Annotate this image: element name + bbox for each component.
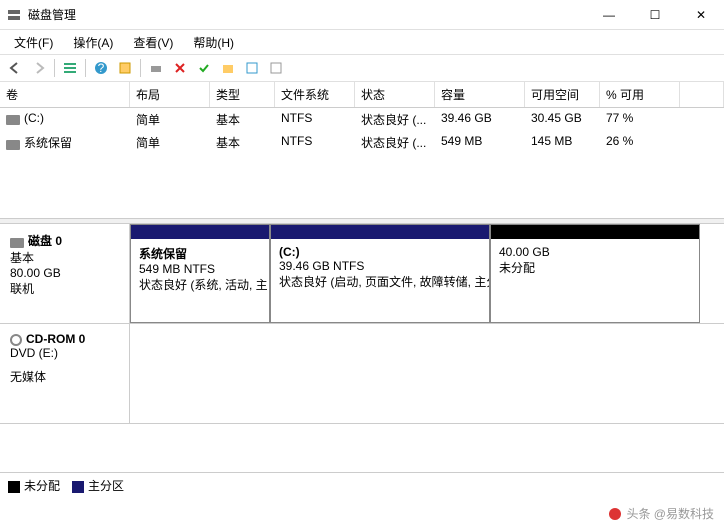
volume-row[interactable]: 系统保留 简单 基本 NTFS 状态良好 (... 549 MB 145 MB … [0,131,724,154]
legend: 未分配 主分区 [0,472,724,498]
disk-row: 磁盘 0 基本 80.00 GB 联机 系统保留 549 MB NTFS 状态良… [0,224,724,324]
maximize-button[interactable]: ☐ [632,0,678,30]
cdrom-status: 无媒体 [10,368,119,385]
volume-layout: 简单 [130,108,210,131]
list-view-button[interactable] [59,57,81,79]
col-layout[interactable]: 布局 [130,82,210,107]
volume-fs: NTFS [275,108,355,131]
menu-help[interactable]: 帮助(H) [185,32,242,53]
delete-button[interactable] [169,57,191,79]
app-icon [6,7,22,23]
volume-layout: 简单 [130,131,210,154]
partition[interactable]: 系统保留 549 MB NTFS 状态良好 (系统, 活动, 主 [130,224,270,323]
partition-status: 状态良好 (系统, 活动, 主 [139,276,261,293]
title-bar: 磁盘管理 — ☐ ✕ [0,0,724,30]
col-capacity[interactable]: 容量 [435,82,525,107]
settings-button[interactable] [265,57,287,79]
volume-fs: NTFS [275,131,355,154]
volume-status: 状态良好 (... [355,131,435,154]
disk-icon [10,238,24,248]
partition-size: 40.00 GB [499,245,691,259]
refresh-button[interactable] [145,57,167,79]
col-fs[interactable]: 文件系统 [275,82,355,107]
col-spacer [680,82,724,107]
disk-graphic-pane: 磁盘 0 基本 80.00 GB 联机 系统保留 549 MB NTFS 状态良… [0,224,724,424]
check-button[interactable] [193,57,215,79]
volume-pct: 26 % [600,131,680,154]
menu-file[interactable]: 文件(F) [6,32,61,53]
volume-type: 基本 [210,108,275,131]
partition-bar [271,225,489,239]
partition-name: (C:) [279,245,481,259]
volume-icon [6,140,20,150]
partition-name: 系统保留 [139,245,261,262]
volume-pct: 77 % [600,108,680,131]
partition-size: 39.46 GB NTFS [279,259,481,273]
toolbar-separator [140,59,141,77]
legend-unallocated: 未分配 [8,477,60,494]
toolbar-separator [85,59,86,77]
volume-type: 基本 [210,131,275,154]
partition-bar [131,225,269,239]
minimize-button[interactable]: — [586,0,632,30]
properties-button[interactable] [114,57,136,79]
legend-primary: 主分区 [72,477,124,494]
volume-icon [6,115,20,125]
volumes-list: (C:) 简单 基本 NTFS 状态良好 (... 39.46 GB 30.45… [0,108,724,218]
volumes-header: 卷 布局 类型 文件系统 状态 容量 可用空间 % 可用 [0,82,724,108]
col-pct[interactable]: % 可用 [600,82,680,107]
volume-capacity: 39.46 GB [435,108,525,131]
col-volume[interactable]: 卷 [0,82,130,107]
partition[interactable]: (C:) 39.46 GB NTFS 状态良好 (启动, 页面文件, 故障转储,… [270,224,490,323]
partition-bar [491,225,699,239]
forward-button[interactable] [28,57,50,79]
volume-capacity: 549 MB [435,131,525,154]
disk-info[interactable]: 磁盘 0 基本 80.00 GB 联机 [0,224,130,323]
disk-state: 联机 [10,280,119,297]
volume-name: (C:) [24,111,44,125]
menu-bar: 文件(F) 操作(A) 查看(V) 帮助(H) [0,30,724,54]
cdrom-layout [130,324,724,423]
disk-type: 基本 [10,249,119,266]
volume-free: 30.45 GB [525,108,600,131]
col-type[interactable]: 类型 [210,82,275,107]
volume-row[interactable]: (C:) 简单 基本 NTFS 状态良好 (... 39.46 GB 30.45… [0,108,724,131]
window-title: 磁盘管理 [28,6,586,23]
cdrom-info[interactable]: CD-ROM 0 DVD (E:) 无媒体 [0,324,130,423]
col-free[interactable]: 可用空间 [525,82,600,107]
action-button[interactable] [241,57,263,79]
toolbar-separator [54,59,55,77]
watermark: 头条 @易数科技 [608,505,714,522]
cdrom-drive: DVD (E:) [10,346,119,360]
back-button[interactable] [4,57,26,79]
folder-button[interactable] [217,57,239,79]
menu-view[interactable]: 查看(V) [125,32,181,53]
close-button[interactable]: ✕ [678,0,724,30]
cdrom-icon [10,334,22,346]
col-status[interactable]: 状态 [355,82,435,107]
volume-status: 状态良好 (... [355,108,435,131]
disk-layout: 系统保留 549 MB NTFS 状态良好 (系统, 活动, 主 (C:) 39… [130,224,724,323]
cdrom-label: CD-ROM 0 [26,332,85,346]
volume-name: 系统保留 [24,136,72,150]
partition-status: 未分配 [499,259,691,276]
toolbar: ? [0,54,724,82]
volume-free: 145 MB [525,131,600,154]
partition-status: 状态良好 (启动, 页面文件, 故障转储, 主分 [279,273,481,290]
partition-size: 549 MB NTFS [139,262,261,276]
svg-text:?: ? [98,61,105,75]
partition[interactable]: 40.00 GB 未分配 [490,224,700,323]
disk-row: CD-ROM 0 DVD (E:) 无媒体 [0,324,724,424]
help-button[interactable]: ? [90,57,112,79]
menu-action[interactable]: 操作(A) [65,32,121,53]
disk-size: 80.00 GB [10,266,119,280]
disk-label: 磁盘 0 [28,234,62,248]
